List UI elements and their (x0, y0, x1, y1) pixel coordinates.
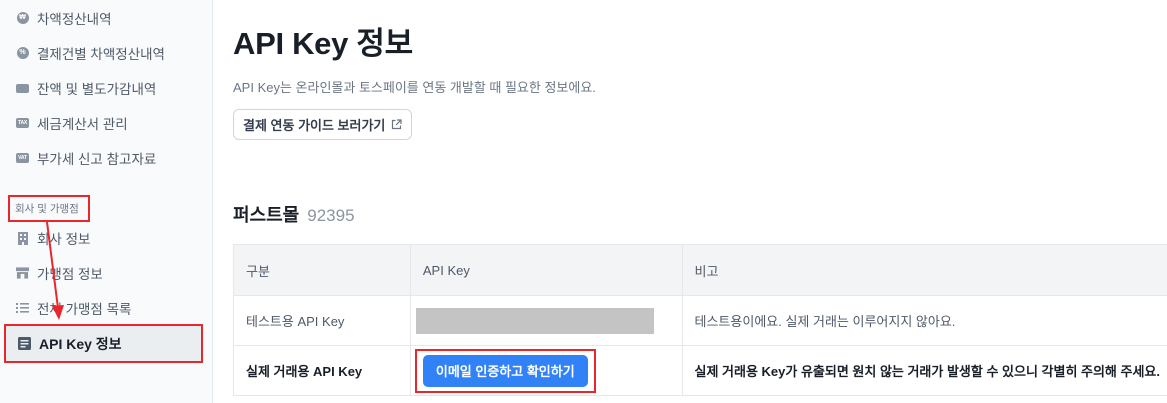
tax-icon: TAX (16, 118, 29, 128)
section-label-company: 회사 및 가맹점 (8, 195, 90, 222)
page-description: API Key는 온라인몰과 토스페이를 연동 개발할 때 필요한 정보에요. (233, 80, 596, 95)
table-row: 실제 거래용 API Key 이메일 인증하고 확인하기 실제 거래용 Key가… (233, 345, 1167, 396)
store-name: 퍼스트몰 (233, 205, 300, 225)
sidebar-item-tax-invoice[interactable]: TAX 세금계산서 관리 (16, 110, 128, 136)
sidebar-item-label: 회사 정보 (37, 232, 91, 247)
column-header-api-key: API Key (409, 244, 683, 296)
sidebar-item-settlement-by-payment[interactable]: % 결제건별 차액정산내역 (16, 40, 165, 66)
column-header-type: 구분 (233, 244, 411, 296)
guide-button-label: 결제 연동 가이드 보러가기 (243, 118, 386, 133)
api-doc-icon (18, 337, 31, 350)
store-icon (16, 267, 29, 280)
column-header-note: 비고 (681, 244, 1167, 296)
list-icon (16, 302, 29, 315)
sidebar-item-label: 가맹점 정보 (37, 267, 103, 282)
sidebar: ₩ 차액정산내역 % 결제건별 차액정산내역 잔액 및 별도가감내역 TAX 세… (0, 0, 213, 403)
sidebar-item-label: 세금계산서 관리 (37, 117, 128, 132)
page-title: API Key 정보 (233, 26, 413, 61)
test-api-key-cell (409, 295, 683, 346)
sidebar-item-api-key[interactable]: API Key 정보 (4, 324, 203, 363)
external-link-icon (392, 119, 403, 130)
sidebar-item-label: 차액정산내역 (37, 12, 112, 27)
api-key-table: 구분 API Key 비고 테스트용 API Key 테스트용이에요. 실제 거… (233, 244, 1167, 396)
sidebar-item-balance[interactable]: 잔액 및 별도가감내역 (16, 75, 156, 101)
sidebar-item-label: 잔액 및 별도가감내역 (37, 82, 157, 97)
coin-percent-icon: % (16, 47, 29, 60)
email-verify-button[interactable]: 이메일 인증하고 확인하기 (422, 354, 588, 387)
sidebar-item-label: 전체 가맹점 목록 (37, 302, 132, 317)
verify-button-highlight: 이메일 인증하고 확인하기 (414, 348, 596, 393)
masked-api-key (415, 307, 654, 334)
sidebar-item-company-info[interactable]: 회사 정보 (16, 225, 90, 251)
sidebar-item-vat[interactable]: VAT 부가세 신고 참고자료 (16, 145, 156, 171)
table-row: 테스트용 API Key 테스트용이에요. 실제 거래는 이루어지지 않아요. (233, 295, 1167, 346)
live-api-key-cell: 이메일 인증하고 확인하기 (409, 345, 683, 396)
store-heading: 퍼스트몰 92395 (233, 201, 355, 227)
building-icon (16, 231, 29, 245)
coin-icon: ₩ (16, 12, 29, 25)
sidebar-item-store-list[interactable]: 전체 가맹점 목록 (16, 295, 131, 321)
card-icon (16, 82, 29, 95)
sidebar-item-label: 결제건별 차액정산내역 (37, 47, 165, 62)
vat-icon: VAT (16, 152, 29, 165)
row-note-test: 테스트용이에요. 실제 거래는 이루어지지 않아요. (681, 295, 1167, 346)
sidebar-item-label: API Key 정보 (39, 335, 122, 352)
row-note-live: 실제 거래용 Key가 유출되면 원치 않는 거래가 발생할 수 있으니 각별히… (681, 345, 1167, 396)
row-type-live: 실제 거래용 API Key (233, 345, 411, 396)
sidebar-item-label: 부가세 신고 참고자료 (37, 152, 157, 167)
main-content: API Key 정보 API Key는 온라인몰과 토스페이를 연동 개발할 때… (233, 0, 1167, 403)
row-type-test: 테스트용 API Key (233, 295, 411, 346)
sidebar-item-settlement-diff[interactable]: ₩ 차액정산내역 (16, 5, 112, 31)
sidebar-item-store-info[interactable]: 가맹점 정보 (16, 260, 103, 286)
integration-guide-button[interactable]: 결제 연동 가이드 보러가기 (233, 109, 413, 140)
store-id: 92395 (307, 206, 355, 225)
table-header-row: 구분 API Key 비고 (233, 244, 1167, 296)
